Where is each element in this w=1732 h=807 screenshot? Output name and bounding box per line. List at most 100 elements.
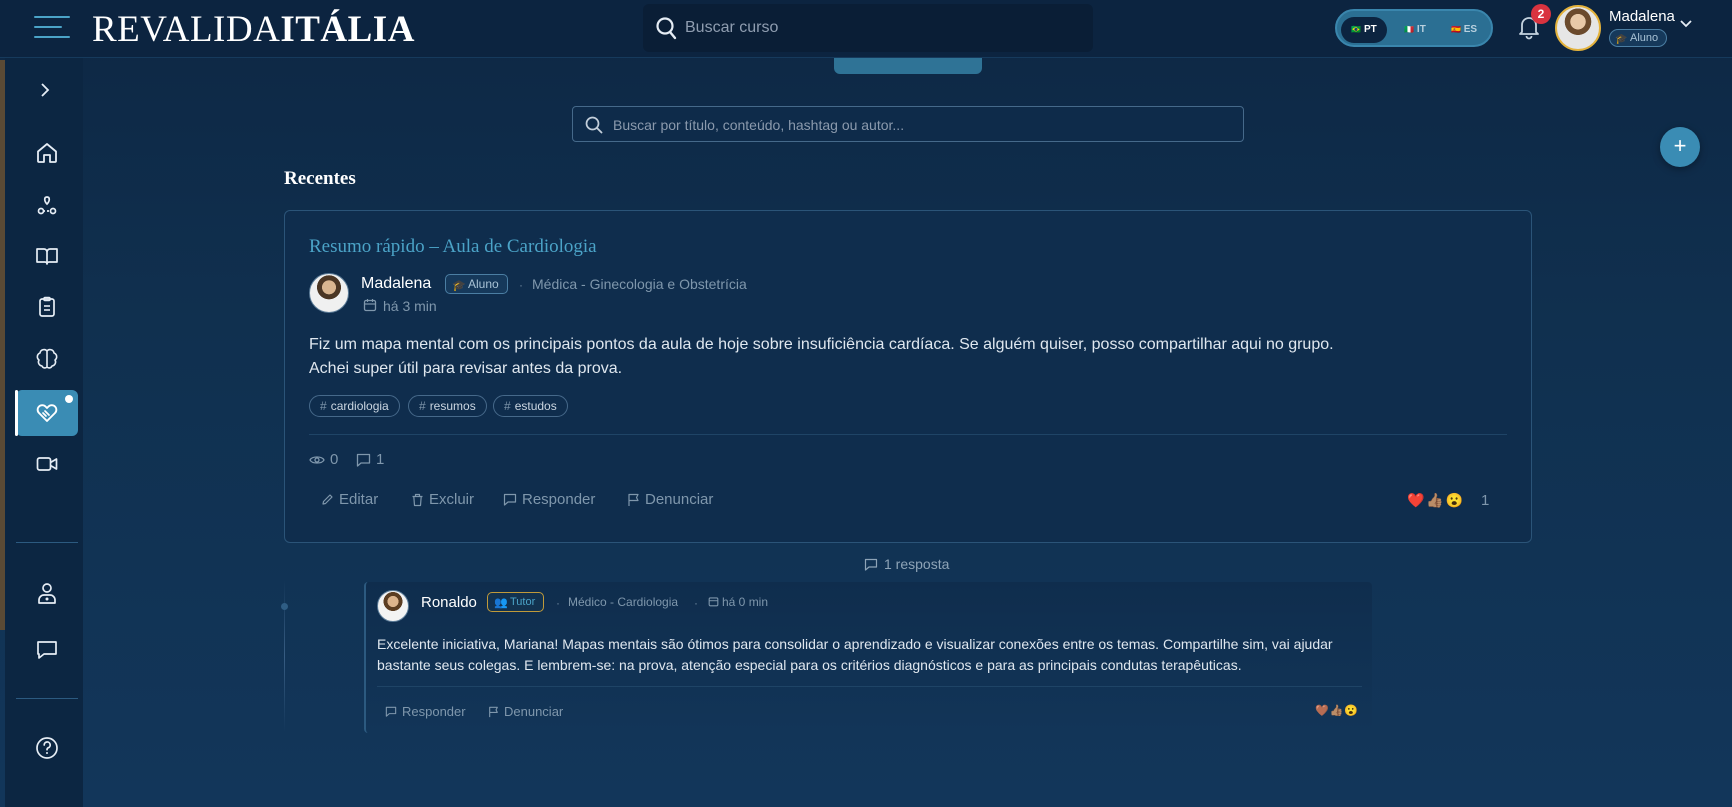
home-icon <box>37 143 57 163</box>
flag-br-icon: 🇧🇷 <box>1351 25 1362 34</box>
reply-label: Responder <box>402 704 466 719</box>
lang-option-pt[interactable]: 🇧🇷 PT <box>1341 17 1387 43</box>
author-specialty: Médica - Ginecologia e Obstetrícia <box>532 276 747 292</box>
post-search <box>572 106 1244 142</box>
separator-dot: · <box>556 596 560 610</box>
book-icon <box>36 248 58 265</box>
post-body: Fiz um mapa mental com os principais pon… <box>309 333 1489 381</box>
lang-option-it[interactable]: 🇮🇹 IT <box>1393 17 1437 43</box>
hashtag-chip[interactable]: # resumos <box>408 395 487 417</box>
hashtag-chip[interactable]: # estudos <box>493 395 568 417</box>
post-body-line: Achei super útil para revisar antes da p… <box>309 360 623 377</box>
avatar[interactable] <box>377 590 409 622</box>
replies-toggle[interactable]: 1 resposta <box>864 556 949 572</box>
avatar[interactable] <box>309 273 349 313</box>
sidebar-divider <box>16 698 78 699</box>
new-post-button[interactable]: + <box>1660 127 1700 167</box>
sidebar-item-route[interactable] <box>16 182 78 228</box>
comment-icon <box>503 493 517 506</box>
graduation-cap-icon: 🎓 <box>452 280 466 292</box>
section-title: Recentes <box>284 168 356 189</box>
report-button[interactable]: Denunciar <box>627 491 713 508</box>
sidebar-item-home[interactable] <box>16 130 78 176</box>
sidebar-item-tasks[interactable] <box>16 284 78 330</box>
lang-code: IT <box>1416 24 1426 35</box>
thread-dot <box>281 603 288 610</box>
course-search-input[interactable] <box>685 14 1075 42</box>
report-label: Denunciar <box>645 491 714 508</box>
comments-count: 1 <box>376 451 385 468</box>
clipboard-icon <box>39 296 55 317</box>
sidebar-item-help[interactable] <box>16 725 78 771</box>
users-icon: 👥 <box>494 597 508 609</box>
sidebar-item-courses[interactable] <box>16 233 78 279</box>
lang-option-es[interactable]: 🇪🇸 ES <box>1441 17 1487 43</box>
delete-button[interactable]: Excluir <box>411 491 474 508</box>
notification-badge: 2 <box>1531 4 1551 24</box>
search-icon <box>656 17 677 40</box>
role-badge: 🎓 Aluno <box>445 274 508 294</box>
user-role-label: Aluno <box>1630 32 1659 44</box>
flag-icon <box>628 493 639 506</box>
views-count: 0 <box>330 451 339 468</box>
comments-stat: 1 <box>356 451 384 468</box>
route-icon <box>37 196 57 215</box>
hash-icon: # <box>419 399 426 413</box>
reply-button[interactable]: Responder <box>385 704 466 719</box>
divider <box>377 686 1362 687</box>
video-icon <box>36 457 58 471</box>
logo-light: REVALIDA <box>92 9 281 50</box>
role-label: Aluno <box>468 277 499 291</box>
handshake-icon <box>36 404 58 422</box>
report-button[interactable]: Denunciar <box>488 704 563 719</box>
reply-label: Responder <box>522 491 596 508</box>
role-label: Tutor <box>510 596 536 608</box>
post-search-input[interactable] <box>613 113 1223 137</box>
logo[interactable]: REVALIDAITÁLIA <box>92 8 415 51</box>
calendar-icon <box>708 597 719 607</box>
top-bar: REVALIDAITÁLIA 🇧🇷 PT 🇮🇹 IT 🇪🇸 ES 2 Madal… <box>0 0 1732 58</box>
post-card: Resumo rápido – Aula de Cardiologia Mada… <box>284 210 1532 543</box>
menu-icon[interactable] <box>34 14 70 42</box>
divider <box>309 434 1507 435</box>
post-time: há 3 min <box>383 298 437 314</box>
post-body-line: Fiz um mapa mental com os principais pon… <box>309 336 1334 353</box>
sidebar-item-chat[interactable] <box>16 627 78 673</box>
replies-count-label: 1 resposta <box>884 556 950 572</box>
sidebar-item-community[interactable] <box>15 390 78 436</box>
search-icon <box>585 116 603 134</box>
graduation-cap-icon: 🎓 <box>1615 34 1628 45</box>
language-switcher: 🇧🇷 PT 🇮🇹 IT 🇪🇸 ES <box>1335 9 1493 47</box>
sidebar-item-video[interactable] <box>16 441 78 487</box>
hashtag-chip[interactable]: # cardiologia <box>309 395 400 417</box>
sidebar-item-brain[interactable] <box>16 336 78 382</box>
author-specialty: Médico - Cardiologia <box>568 595 679 609</box>
collapsed-tab[interactable] <box>834 58 982 74</box>
post-title[interactable]: Resumo rápido – Aula de Cardiologia <box>309 236 597 258</box>
reactions[interactable]: 🤎👍🏽😮 <box>1315 704 1359 717</box>
reply-button[interactable]: Responder <box>503 491 595 508</box>
lang-code: ES <box>1463 24 1478 35</box>
sidebar <box>5 58 83 807</box>
chevron-down-icon[interactable] <box>1679 19 1693 29</box>
reactions[interactable]: ❤️👍🏽😮 <box>1407 492 1465 509</box>
reply-author[interactable]: Ronaldo <box>421 594 477 611</box>
report-label: Denunciar <box>504 704 564 719</box>
hash-icon: # <box>504 399 511 413</box>
post-author[interactable]: Madalena <box>361 275 431 293</box>
pencil-icon <box>322 494 333 505</box>
eye-icon <box>309 455 325 464</box>
hashtag-label: cardiologia <box>330 399 389 413</box>
avatar[interactable] <box>1555 5 1601 51</box>
separator-dot: · <box>694 596 698 610</box>
course-search <box>643 4 1093 52</box>
doctor-icon <box>38 583 56 604</box>
chevron-right-icon[interactable] <box>39 82 51 98</box>
sidebar-divider <box>16 542 78 543</box>
sidebar-item-doctor[interactable] <box>16 570 78 616</box>
user-role-badge: 🎓 Aluno <box>1609 29 1668 47</box>
trash-icon <box>412 493 423 506</box>
notification-dot <box>65 395 73 403</box>
user-name[interactable]: Madalena <box>1609 8 1675 25</box>
edit-button[interactable]: Editar <box>321 491 378 508</box>
